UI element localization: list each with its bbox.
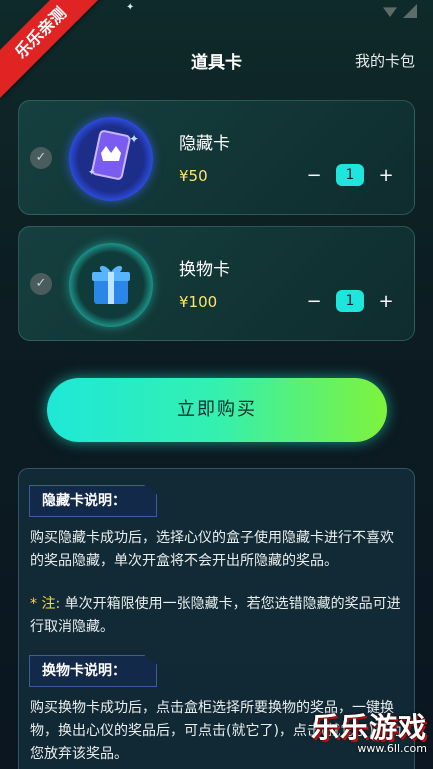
sparkle-icon: ✦	[126, 2, 135, 13]
plus-button[interactable]: +	[378, 165, 394, 186]
svg-text:✦: ✦	[129, 132, 138, 146]
my-card-bag-link[interactable]: 我的卡包	[355, 50, 415, 71]
card-swap[interactable]: ✓ 换物卡 ¥100 − 1 +	[18, 226, 415, 341]
quantity-stepper: − 1 +	[306, 290, 394, 312]
header: 道具卡 我的卡包	[0, 44, 433, 74]
quantity-stepper: − 1 +	[306, 164, 394, 186]
card-name: 换物卡	[179, 260, 230, 280]
plus-button[interactable]: +	[378, 291, 394, 312]
note-label: * 注:	[30, 596, 61, 612]
svg-text:✦: ✦	[88, 168, 96, 178]
checkmark-icon[interactable]: ✓	[30, 273, 52, 295]
gift-box-icon	[69, 243, 153, 327]
minus-button[interactable]: −	[306, 291, 322, 312]
quantity-value: 1	[336, 290, 364, 312]
card-price: ¥100	[179, 293, 218, 311]
watermark-logo: 乐乐游戏 www.6ll.com	[277, 706, 427, 755]
quantity-value: 1	[336, 164, 364, 186]
wifi-icon	[383, 7, 397, 17]
checkmark-icon[interactable]: ✓	[30, 147, 52, 169]
watermark-text: 乐乐游戏	[310, 711, 427, 744]
status-icons	[383, 4, 417, 18]
buy-now-button[interactable]: 立即购买	[47, 378, 387, 442]
note-text: 单次开箱限使用一张隐藏卡，若您选错隐藏的奖品可进行取消隐藏。	[30, 596, 401, 635]
swap-card-info-title: 换物卡说明：	[29, 655, 157, 687]
hide-card-info-title: 隐藏卡说明：	[29, 485, 157, 517]
card-name: 隐藏卡	[179, 134, 230, 154]
signal-icon	[403, 4, 417, 18]
minus-button[interactable]: −	[306, 165, 322, 186]
hide-card-icon: ✦ ✦	[69, 117, 153, 201]
hide-card-info-text: 购买隐藏卡成功后，选择心仪的盒子使用隐藏卡进行不喜欢的奖品隐藏，单次开盒将不会开…	[30, 530, 394, 569]
card-hide[interactable]: ✓ ✦ ✦ 隐藏卡 ¥50 − 1 +	[18, 100, 415, 215]
hide-card-note: * 注: 单次开箱限使用一张隐藏卡，若您选错隐藏的奖品可进行取消隐藏。	[30, 593, 402, 639]
card-price: ¥50	[179, 167, 208, 185]
